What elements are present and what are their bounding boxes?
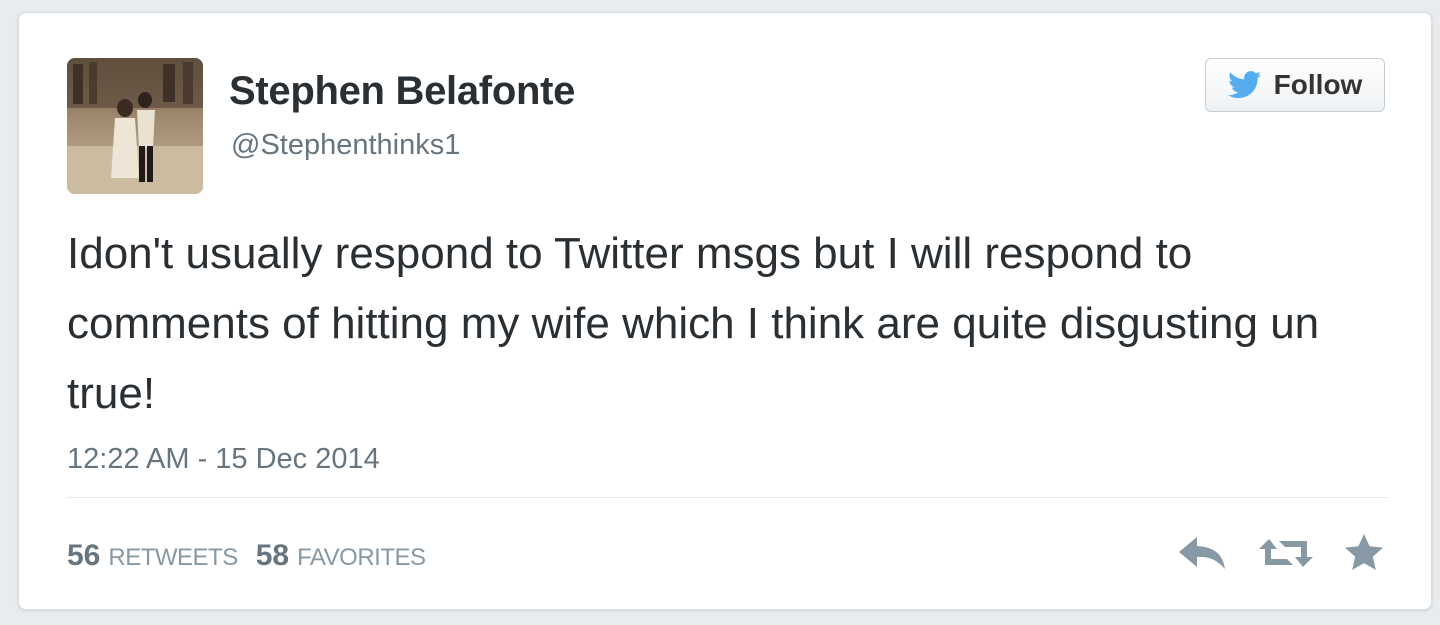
- user-handle[interactable]: @Stephenthinks1: [231, 129, 460, 162]
- display-name[interactable]: Stephen Belafonte: [229, 69, 575, 114]
- favorites-count: 58: [255, 539, 290, 572]
- tweet-actions: [1177, 533, 1385, 573]
- retweets-count: 56: [67, 539, 101, 572]
- tweet-card: Stephen Belafonte @Stephenthinks1 Follow…: [18, 12, 1432, 610]
- retweets-label: RETWEETS: [108, 544, 238, 571]
- follow-button[interactable]: Follow: [1205, 58, 1385, 112]
- star-icon[interactable]: [1343, 533, 1385, 573]
- avatar[interactable]: [67, 58, 203, 194]
- tweet-stats: 56 RETWEETS 58 FAVORITES: [67, 539, 426, 573]
- divider: [67, 497, 1387, 498]
- favorites-label: FAVORITES: [297, 544, 426, 571]
- twitter-bird-icon: [1227, 71, 1261, 99]
- favorites-stat[interactable]: 58 FAVORITES: [256, 539, 426, 573]
- retweets-stat[interactable]: 56 RETWEETS: [67, 539, 238, 573]
- tweet-timestamp[interactable]: 12:22 AM - 15 Dec 2014: [67, 443, 380, 476]
- follow-label: Follow: [1273, 69, 1363, 100]
- reply-icon[interactable]: [1177, 533, 1229, 573]
- retweet-icon[interactable]: [1257, 533, 1315, 573]
- tweet-text: Idon't usually respond to Twitter msgs b…: [67, 229, 1320, 418]
